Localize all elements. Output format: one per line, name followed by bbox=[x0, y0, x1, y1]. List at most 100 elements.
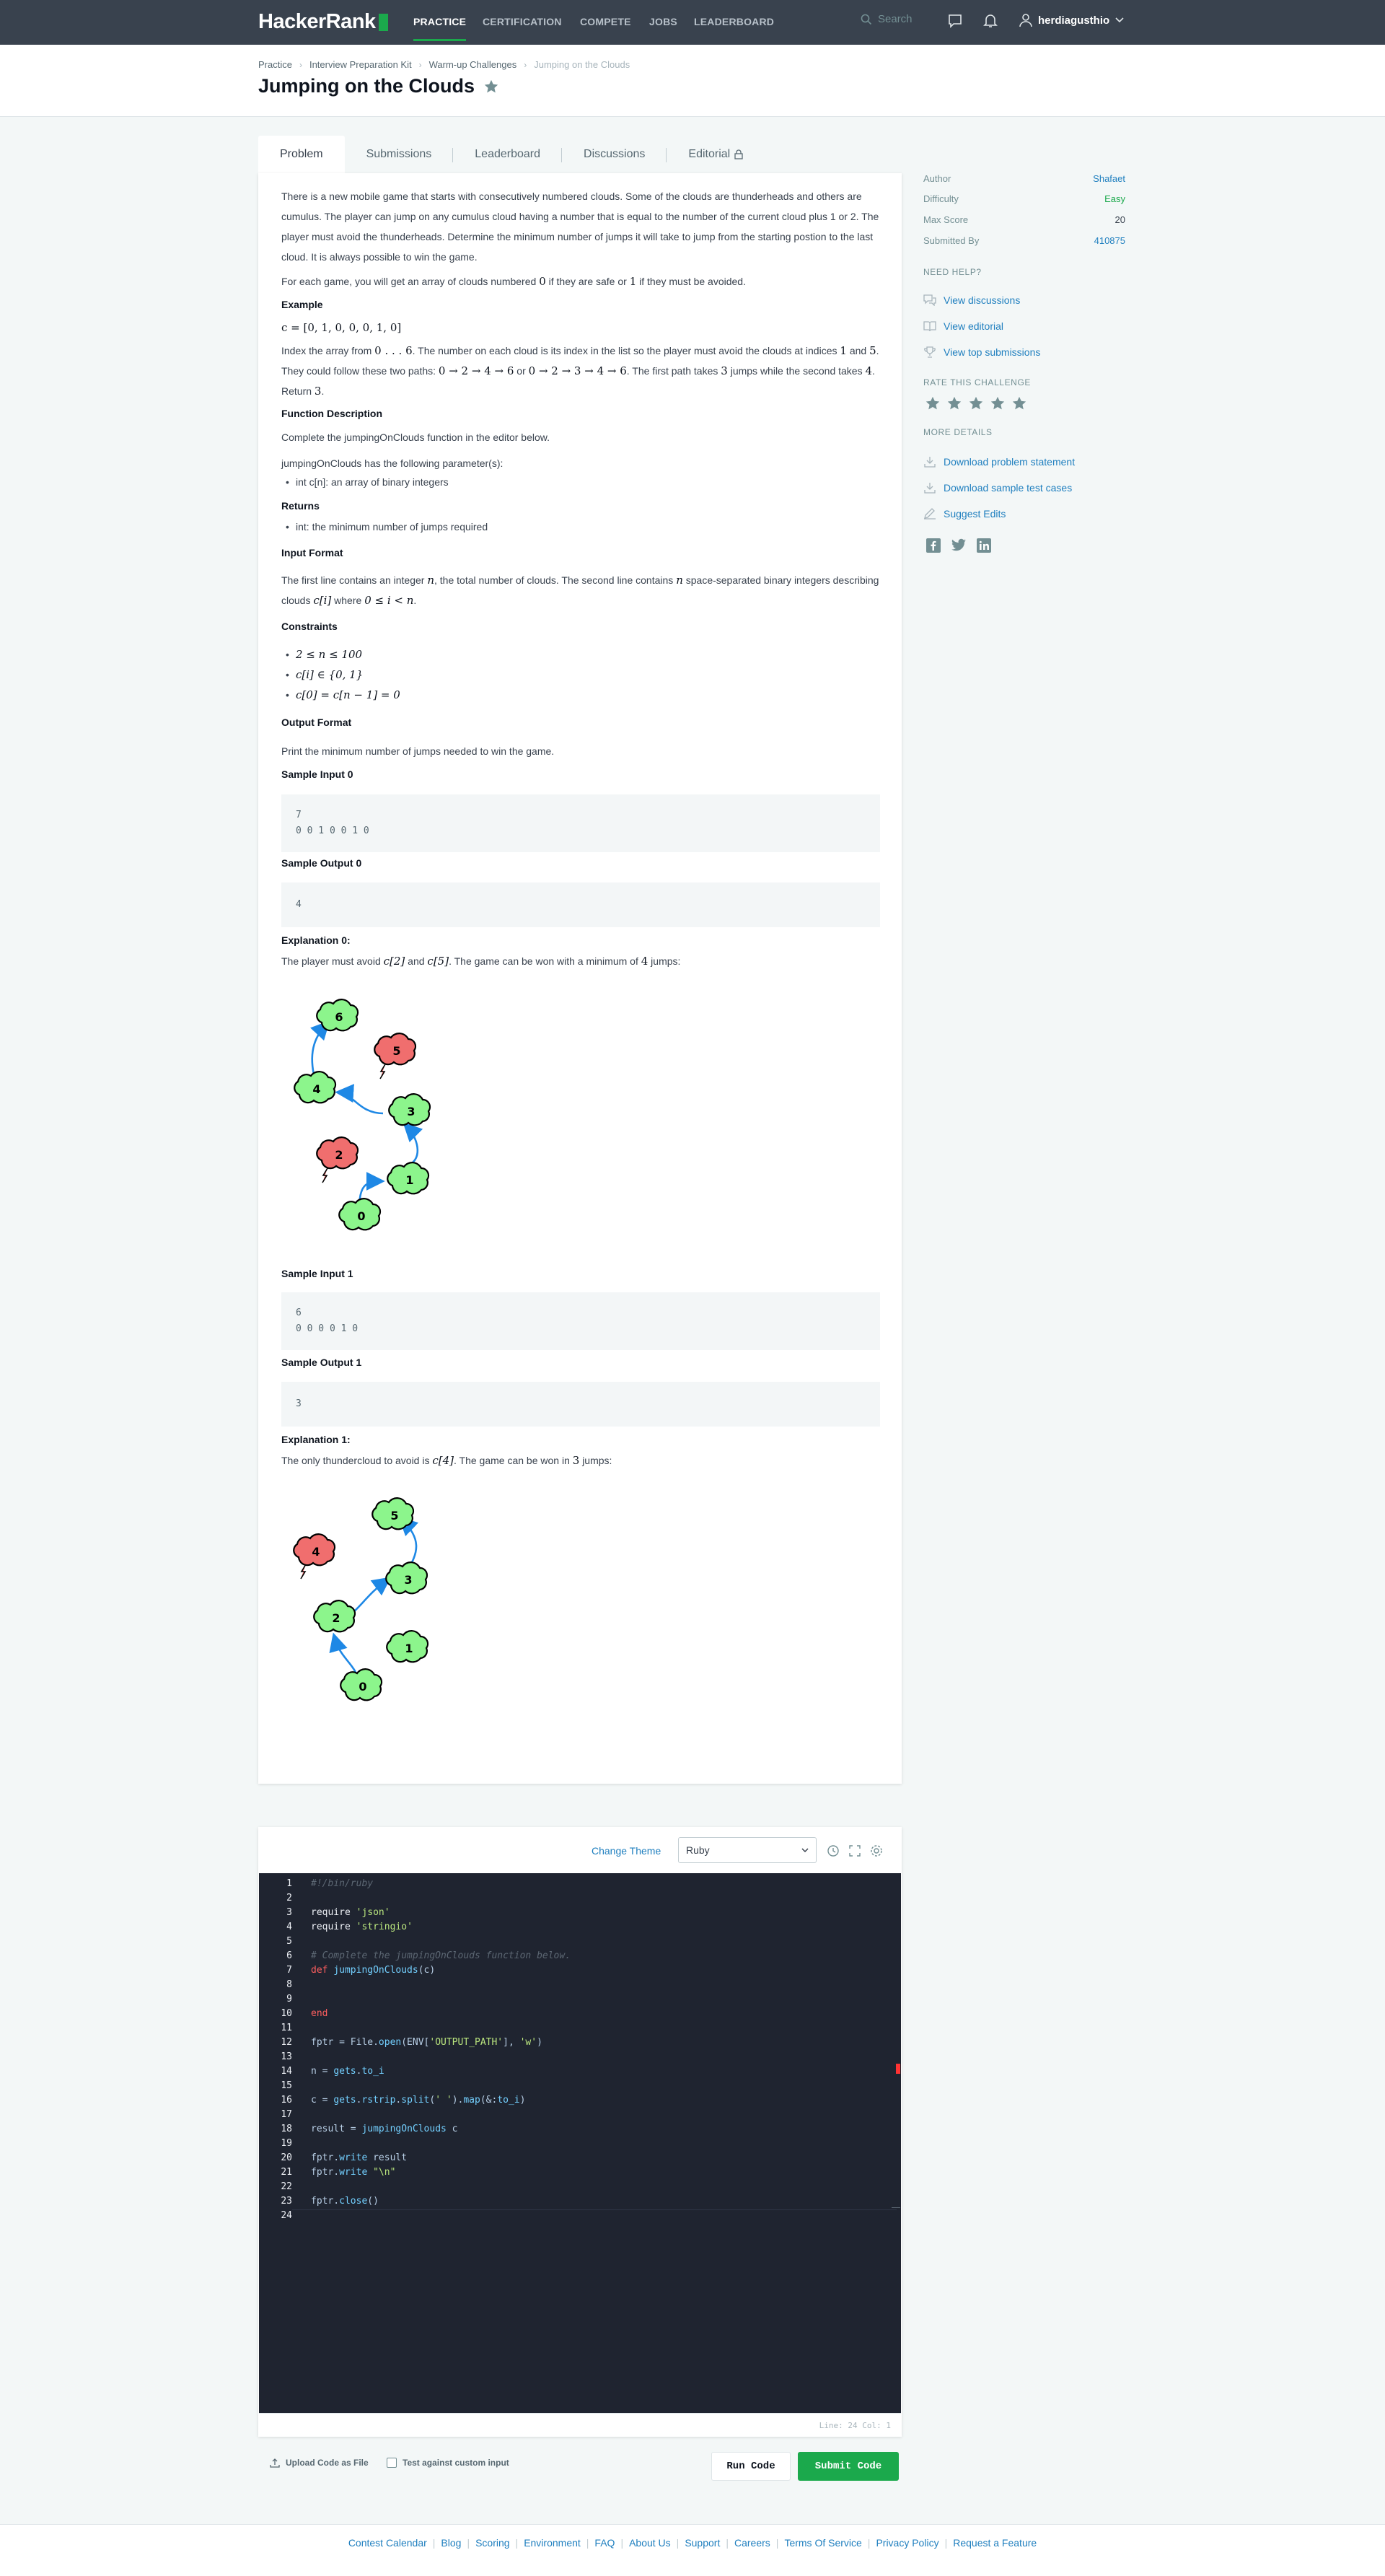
cloud-label: 5 bbox=[390, 1509, 398, 1523]
list-item: c[0] = c[n − 1] = 0 bbox=[286, 685, 863, 705]
breadcrumb-warmup[interactable]: Warm-up Challenges bbox=[429, 59, 517, 70]
code-line[interactable]: c = gets.rstrip.split(' ').map(&:to_i) bbox=[311, 2095, 525, 2106]
hackerrank-logo[interactable]: HackerRank bbox=[258, 10, 388, 34]
submit-code-button[interactable]: Submit Code bbox=[798, 2452, 899, 2481]
tab-editorial[interactable]: Editorial bbox=[667, 136, 765, 173]
current-line-highlight bbox=[292, 2209, 897, 2210]
cloud-label: 3 bbox=[407, 1105, 415, 1118]
run-code-button[interactable]: Run Code bbox=[711, 2452, 791, 2481]
code-line[interactable]: def jumpingOnClouds(c) bbox=[311, 1965, 435, 1976]
code-line[interactable]: require 'stringio' bbox=[311, 1922, 413, 1932]
code-line[interactable]: fptr.write result bbox=[311, 2152, 407, 2163]
star-icon[interactable] bbox=[925, 395, 941, 411]
max-score-row: Max Score 20 bbox=[923, 214, 1125, 225]
sample-input-1-heading: Sample Input 1 bbox=[281, 1268, 353, 1279]
tab-discussions[interactable]: Discussions bbox=[562, 136, 667, 173]
footer-link[interactable]: Blog bbox=[441, 2537, 461, 2549]
custom-input-checkbox[interactable]: Test against custom input bbox=[387, 2458, 509, 2468]
code-line[interactable]: # Complete the jumpingOnClouds function … bbox=[311, 1950, 571, 1961]
nav-certification[interactable]: CERTIFICATION bbox=[483, 16, 562, 27]
footer-link[interactable]: FAQ bbox=[594, 2537, 615, 2549]
list-item: c[i] ∈ {0, 1} bbox=[286, 665, 863, 685]
checkbox[interactable] bbox=[387, 2458, 397, 2468]
need-help-heading: NEED HELP? bbox=[923, 267, 982, 277]
code-line[interactable]: #!/bin/ruby bbox=[311, 1878, 373, 1889]
line-number: 2 bbox=[286, 1893, 292, 1903]
function-params-list: int c[n]: an array of binary integers bbox=[286, 472, 863, 492]
view-discussions-link[interactable]: View discussions bbox=[923, 294, 1020, 306]
nav-compete[interactable]: COMPETE bbox=[580, 16, 631, 27]
language-select[interactable]: Ruby bbox=[678, 1837, 817, 1863]
view-editorial-link[interactable]: View editorial bbox=[923, 320, 1003, 332]
facebook-icon[interactable] bbox=[926, 538, 941, 553]
star-icon[interactable] bbox=[946, 395, 962, 411]
view-top-submissions-link[interactable]: View top submissions bbox=[923, 346, 1040, 358]
explanation-1-diagram: 5 4 3 2 1 0 bbox=[293, 1497, 429, 1701]
nav-practice[interactable]: PRACTICE bbox=[413, 16, 467, 41]
cloud-label: 3 bbox=[404, 1573, 412, 1587]
upload-code-button[interactable]: Upload Code as File bbox=[270, 2458, 369, 2468]
tab-problem[interactable]: Problem bbox=[258, 136, 345, 173]
settings-gear-icon[interactable] bbox=[870, 1844, 883, 1857]
footer-link[interactable]: Terms Of Service bbox=[784, 2537, 861, 2549]
line-number: 13 bbox=[281, 2051, 292, 2062]
footer-link[interactable]: Contest Calendar bbox=[348, 2537, 427, 2549]
breadcrumb-interview-kit[interactable]: Interview Preparation Kit bbox=[309, 59, 412, 70]
star-icon[interactable] bbox=[968, 395, 984, 411]
list-item: int: the minimum number of jumps require… bbox=[286, 517, 863, 537]
download-test-cases-link[interactable]: Download sample test cases bbox=[923, 482, 1072, 494]
code-line[interactable]: end bbox=[311, 2008, 327, 2019]
change-theme-link[interactable]: Change Theme bbox=[592, 1845, 661, 1857]
cloud-label: 4 bbox=[312, 1545, 320, 1559]
cloud-label: 2 bbox=[332, 1611, 340, 1625]
notifications-bell-icon[interactable] bbox=[983, 13, 998, 29]
language-selected: Ruby bbox=[686, 1844, 710, 1856]
footer-link[interactable]: Support bbox=[685, 2537, 720, 2549]
breadcrumb-practice[interactable]: Practice bbox=[258, 59, 292, 70]
code-line[interactable]: fptr = File.open(ENV['OUTPUT_PATH'], 'w'… bbox=[311, 2037, 542, 2048]
problem-tabs: Problem Submissions Leaderboard Discussi… bbox=[258, 136, 765, 173]
submitted-count-link[interactable]: 410875 bbox=[1094, 235, 1125, 246]
bookmark-star-icon[interactable] bbox=[483, 79, 499, 95]
line-number: 12 bbox=[281, 2037, 292, 2048]
logo-mark bbox=[378, 13, 388, 31]
line-number: 10 bbox=[281, 2008, 292, 2019]
rate-heading: RATE THIS CHALLENGE bbox=[923, 377, 1031, 387]
tab-submissions[interactable]: Submissions bbox=[345, 136, 454, 173]
nav-jobs[interactable]: JOBS bbox=[649, 16, 677, 27]
suggest-edits-link[interactable]: Suggest Edits bbox=[923, 508, 1006, 520]
code-line[interactable]: n = gets.to_i bbox=[311, 2066, 384, 2077]
twitter-icon[interactable] bbox=[951, 538, 967, 553]
example-heading: Example bbox=[281, 299, 323, 310]
fullscreen-icon[interactable] bbox=[848, 1844, 861, 1857]
star-icon[interactable] bbox=[1011, 395, 1027, 411]
star-icon[interactable] bbox=[990, 395, 1006, 411]
more-details-heading: MORE DETAILS bbox=[923, 427, 993, 437]
author-row: Author Shafaet bbox=[923, 173, 1125, 184]
history-icon[interactable] bbox=[827, 1844, 840, 1857]
code-line[interactable]: fptr.close() bbox=[311, 2196, 379, 2207]
code-line[interactable]: result = jumpingOnClouds c bbox=[311, 2124, 458, 2134]
footer-link[interactable]: Careers bbox=[734, 2537, 770, 2549]
footer-link[interactable]: Scoring bbox=[475, 2537, 509, 2549]
nav-leaderboard[interactable]: LEADERBOARD bbox=[694, 16, 774, 27]
line-number: 17 bbox=[281, 2109, 292, 2120]
linkedin-icon[interactable] bbox=[977, 538, 991, 553]
code-line[interactable]: require 'json' bbox=[311, 1907, 390, 1918]
footer bbox=[0, 2524, 1385, 2576]
breadcrumb: Practice › Interview Preparation Kit › W… bbox=[258, 59, 630, 70]
footer-link[interactable]: About Us bbox=[629, 2537, 671, 2549]
footer-link[interactable]: Privacy Policy bbox=[876, 2537, 938, 2549]
author-link[interactable]: Shafaet bbox=[1093, 173, 1125, 184]
code-line[interactable]: fptr.write "\n" bbox=[311, 2167, 395, 2178]
messages-icon[interactable] bbox=[948, 13, 962, 29]
search-input[interactable]: Search bbox=[861, 13, 913, 25]
user-menu[interactable]: herdiagusthio bbox=[1019, 13, 1124, 27]
tab-leaderboard[interactable]: Leaderboard bbox=[453, 136, 562, 173]
footer-link[interactable]: Request a Feature bbox=[953, 2537, 1037, 2549]
output-format-text: Print the minimum number of jumps needed… bbox=[281, 745, 555, 757]
footer-links: Contest Calendar | Blog | Scoring | Environmen… bbox=[0, 2537, 1385, 2549]
download-statement-link[interactable]: Download problem statement bbox=[923, 456, 1075, 468]
line-number: 22 bbox=[281, 2181, 292, 2192]
footer-link[interactable]: Environment bbox=[524, 2537, 581, 2549]
